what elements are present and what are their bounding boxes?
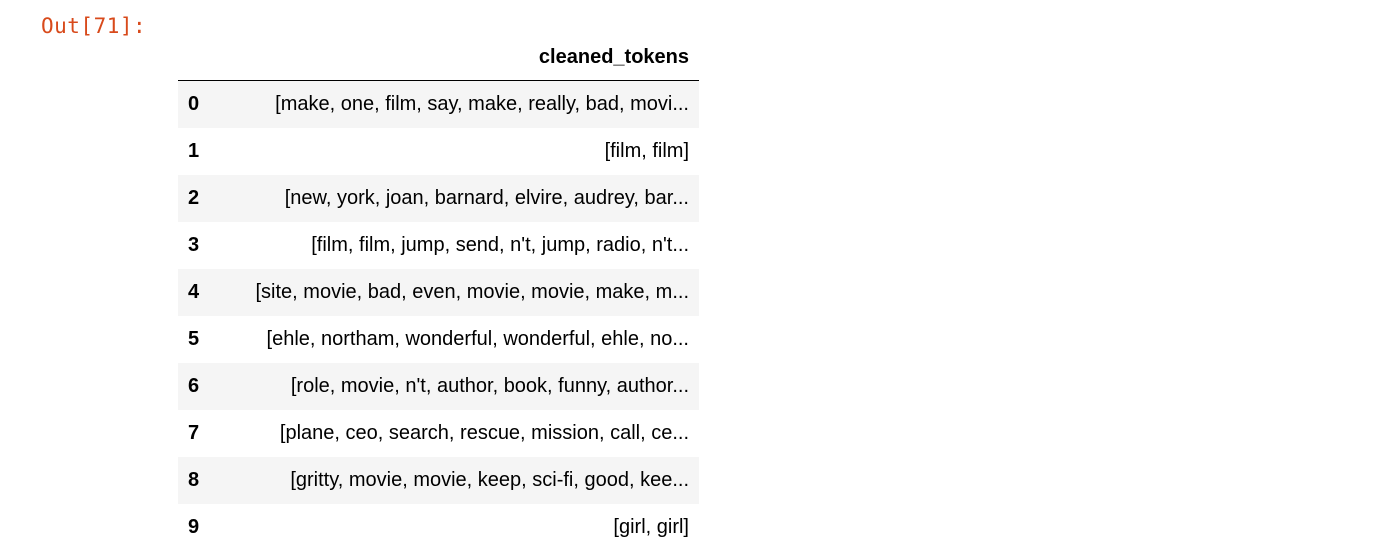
row-index: 4 bbox=[178, 268, 219, 316]
row-index: 0 bbox=[178, 80, 219, 128]
row-index: 1 bbox=[188, 139, 200, 162]
table-row: 9 [girl, girl] bbox=[178, 504, 699, 551]
table-row: 5 [ehle, northam, wonderful, wonderful, … bbox=[178, 316, 699, 363]
dataframe-table: cleaned_tokens 0 [make, one, film, say, … bbox=[178, 34, 699, 551]
row-value: [film, film, jump, send, n't, jump, radi… bbox=[311, 233, 689, 256]
row-value: [gritty, movie, movie, keep, sci-fi, goo… bbox=[219, 456, 699, 504]
table-row: 4 [site, movie, bad, even, movie, movie,… bbox=[178, 268, 699, 316]
index-header bbox=[178, 34, 219, 81]
row-value: [ehle, northam, wonderful, wonderful, eh… bbox=[266, 327, 689, 350]
table-row: 7 [plane, ceo, search, rescue, mission, … bbox=[178, 410, 699, 457]
output-prompt: Out[71]: bbox=[41, 14, 147, 38]
row-index: 9 bbox=[188, 515, 200, 538]
table-row: 2 [new, york, joan, barnard, elvire, aud… bbox=[178, 174, 699, 222]
row-value: [role, movie, n't, author, book, funny, … bbox=[219, 362, 699, 410]
row-index: 6 bbox=[178, 362, 219, 410]
row-value: [girl, girl] bbox=[613, 515, 689, 538]
table-row: 6 [role, movie, n't, author, book, funny… bbox=[178, 362, 699, 410]
row-value: [make, one, film, say, make, really, bad… bbox=[219, 80, 699, 128]
row-index: 8 bbox=[178, 456, 219, 504]
table-row: 1 [film, film] bbox=[178, 128, 699, 175]
table-row: 0 [make, one, film, say, make, really, b… bbox=[178, 80, 699, 128]
row-index: 5 bbox=[188, 327, 200, 350]
row-value: [plane, ceo, search, rescue, mission, ca… bbox=[279, 421, 689, 444]
column-header: cleaned_tokens bbox=[219, 34, 699, 81]
row-index: 2 bbox=[178, 174, 219, 222]
table-row: 3 [film, film, jump, send, n't, jump, ra… bbox=[178, 222, 699, 269]
table-row: 8 [gritty, movie, movie, keep, sci-fi, g… bbox=[178, 456, 699, 504]
row-index: 3 bbox=[188, 233, 200, 256]
row-value: [new, york, joan, barnard, elvire, audre… bbox=[219, 174, 699, 222]
table-header-row: cleaned_tokens bbox=[178, 34, 699, 81]
row-value: [site, movie, bad, even, movie, movie, m… bbox=[219, 268, 699, 316]
row-index: 7 bbox=[188, 421, 200, 444]
row-value: [film, film] bbox=[604, 139, 689, 162]
